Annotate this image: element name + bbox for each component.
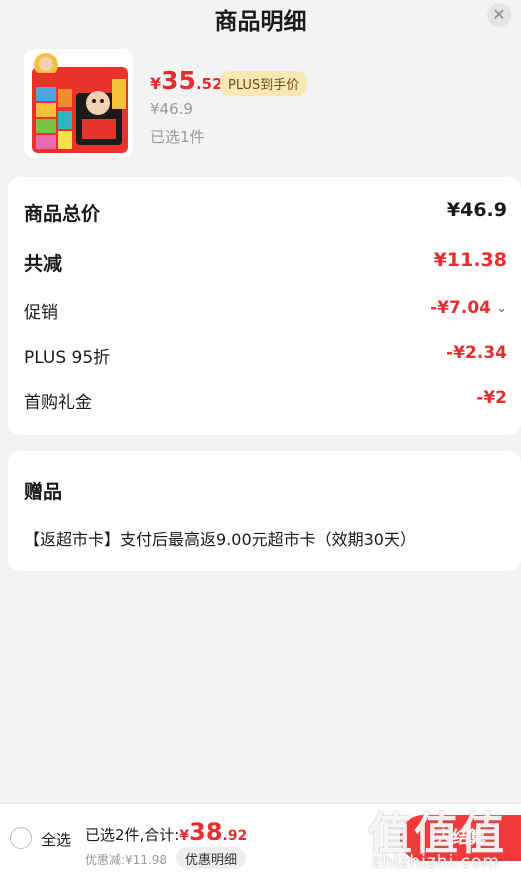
price-currency: ¥ <box>150 74 162 93</box>
price-integer: 35 <box>161 66 196 95</box>
selected-count: 已选1件 <box>150 128 205 146</box>
sum-currency: ¥ <box>179 828 190 844</box>
plus-discount-value: -¥2.34 <box>446 343 507 363</box>
total-reduction-label: 共减 <box>24 253 63 275</box>
chevron-down-icon[interactable]: ⌄ <box>496 301 507 316</box>
price-breakdown-card: 商品总价 ¥46.9 共减 ¥11.38 促销 -¥7.04 ⌄ PLUS 95… <box>8 177 521 435</box>
price-decimal: .52 <box>195 75 223 93</box>
promotion-value: -¥7.04 <box>430 298 491 318</box>
total-price-row: 商品总价 ¥46.9 <box>24 199 507 229</box>
gift-title: 赠品 <box>24 481 63 503</box>
select-all-label[interactable]: 全选 <box>41 829 71 850</box>
promotion-label: 促销 <box>24 303 58 323</box>
product-summary: ¥35.52 PLUS到手价 ¥46.9 已选1件 <box>0 40 521 165</box>
discount-detail-button[interactable]: 优惠明细 <box>176 847 247 869</box>
page-title: 商品明细 <box>214 9 307 35</box>
total-reduction-row: 共减 ¥11.38 <box>24 249 507 279</box>
plus-discount-label: PLUS 95折 <box>24 348 111 368</box>
gift-description: 【返超市卡】支付后最高返9.00元超市卡（效期30天） <box>24 530 416 549</box>
total-price-label: 商品总价 <box>24 203 101 225</box>
order-sum: 已选2件,合计:¥38.92 <box>85 818 247 846</box>
plus-price-tag: PLUS到手价 <box>220 71 308 96</box>
select-all-radio[interactable] <box>10 827 32 849</box>
sum-label: 已选2件,合计: <box>85 826 180 844</box>
snack-gift-pack-image <box>24 49 133 158</box>
original-price: ¥46.9 <box>150 100 193 118</box>
plus-price: ¥35.52 <box>150 66 223 96</box>
first-purchase-gift-row: 首购礼金 -¥2 <box>24 388 507 418</box>
sum-integer: 38 <box>189 818 223 846</box>
discount-amount: 优惠减:¥11.98 <box>85 853 168 867</box>
gift-card: 赠品 【返超市卡】支付后最高返9.00元超市卡（效期30天） <box>8 451 521 571</box>
promotion-row[interactable]: 促销 -¥7.04 ⌄ <box>24 298 507 328</box>
sum-decimal: .92 <box>222 828 248 844</box>
site-watermark-url: zhizhizhi.com <box>372 852 500 872</box>
header: 商品明细 ✕ <box>0 0 521 38</box>
total-reduction-value: ¥11.38 <box>433 249 507 271</box>
plus-discount-row: PLUS 95折 -¥2.34 <box>24 343 507 373</box>
first-purchase-gift-value: -¥2 <box>476 388 507 408</box>
total-price-value: ¥46.9 <box>446 199 507 221</box>
close-icon[interactable]: ✕ <box>487 3 511 27</box>
first-purchase-gift-label: 首购礼金 <box>24 393 92 413</box>
